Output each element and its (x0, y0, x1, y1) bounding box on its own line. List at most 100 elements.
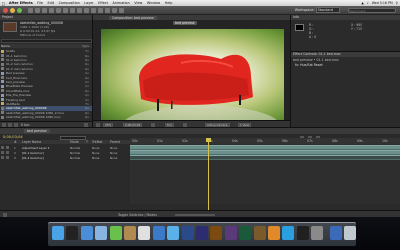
audio-icon[interactable] (6, 156, 9, 159)
menu-composition[interactable]: Composition (59, 1, 80, 5)
layer-trkmat[interactable]: None (92, 151, 99, 155)
snapshot-icon[interactable] (151, 122, 155, 127)
menu-effect[interactable]: Effect (98, 1, 108, 5)
trash-icon[interactable] (344, 226, 356, 240)
terminal-icon[interactable] (296, 226, 309, 240)
hand-tool-icon[interactable] (35, 8, 40, 13)
tab-composition[interactable]: Composition: bed preview (109, 15, 157, 20)
table-row[interactable]: 3 [01-2 bed.mov] Normal None None (0, 155, 130, 160)
tab-timeline[interactable]: bed preview (24, 129, 50, 133)
premiere-icon[interactable] (224, 226, 237, 240)
layer-mode[interactable]: Normal (70, 151, 80, 155)
menu-help[interactable]: Help (165, 1, 173, 5)
layer-parent[interactable]: None (110, 156, 117, 160)
layer-name[interactable]: [01-1 bed.mov] (22, 151, 44, 155)
layer-bar[interactable] (130, 155, 400, 160)
pen-tool-icon[interactable] (77, 8, 82, 13)
layer-name[interactable]: Adjustment Layer 3 (22, 146, 49, 150)
photoshop-icon[interactable] (181, 226, 194, 240)
menu-animation[interactable]: Animation (112, 1, 129, 5)
aftereffects-icon[interactable] (196, 226, 208, 240)
layer-trkmat[interactable]: None (92, 146, 99, 150)
iphoto-icon[interactable] (152, 226, 165, 240)
clone-tool-icon[interactable] (98, 8, 103, 13)
puppet-tool-icon[interactable] (119, 8, 124, 13)
visibility-icon[interactable] (1, 146, 4, 149)
current-time[interactable]: 0;00;03;04 (123, 122, 143, 127)
menu-window[interactable]: Window (147, 1, 160, 5)
roto-brush-tool-icon[interactable] (112, 8, 117, 13)
magnification-select[interactable]: 25% (103, 122, 114, 127)
text-tool-icon[interactable] (84, 8, 89, 13)
timeline-search-input[interactable] (60, 135, 86, 140)
addressbook-icon[interactable] (124, 226, 136, 240)
volume-icon[interactable]: ♪ (367, 1, 369, 5)
list-item[interactable]: sketchfab_walking_00006 1080.mov Qu (1, 115, 92, 119)
menu-file[interactable]: File (37, 1, 43, 5)
active-camera-select[interactable]: Active Camera (205, 122, 230, 127)
visibility-icon[interactable] (1, 151, 4, 154)
project-search-input[interactable] (1, 39, 92, 43)
safari-icon[interactable] (80, 226, 93, 240)
eraser-tool-icon[interactable] (105, 8, 110, 13)
tab-info[interactable]: Info (291, 15, 400, 20)
selection-tool-icon[interactable] (28, 8, 33, 13)
ical-icon[interactable] (138, 226, 151, 240)
itunes-icon[interactable] (167, 226, 180, 240)
brush-tool-icon[interactable] (91, 8, 96, 13)
audio-icon[interactable] (6, 146, 9, 149)
visibility-icon[interactable] (1, 156, 4, 159)
downloads-icon[interactable] (329, 226, 342, 240)
tab-effect-controls[interactable]: Effect Controls: 01-1 bed.mov (291, 52, 400, 57)
close-window-icon[interactable] (3, 8, 8, 13)
mail-icon[interactable] (95, 226, 108, 240)
pan-behind-tool-icon[interactable] (63, 8, 68, 13)
menu-edit[interactable]: Edit (47, 1, 54, 5)
timeline-tracks[interactable] (130, 144, 400, 204)
minimize-window-icon[interactable] (10, 8, 15, 13)
always-preview-icon[interactable] (96, 122, 100, 127)
search-help-input[interactable] (348, 8, 396, 13)
layer-parent[interactable]: None (110, 151, 117, 155)
skype-icon[interactable] (282, 226, 295, 240)
tab-comp-bed-preview[interactable]: bed preview (173, 21, 197, 25)
firefox-icon[interactable] (268, 226, 280, 240)
region-of-interest-icon[interactable] (183, 122, 187, 127)
view-layout-select[interactable]: 1 View (238, 122, 252, 127)
illustrator-icon[interactable] (210, 226, 223, 240)
audio-icon[interactable] (6, 151, 9, 154)
effect-item[interactable]: fx: Hue/Sat Reset (295, 63, 323, 67)
tab-project[interactable]: Project (0, 15, 92, 20)
layer-mode[interactable]: Normal (70, 146, 80, 150)
ichat-icon[interactable] (109, 226, 122, 240)
finder-icon[interactable] (52, 226, 64, 240)
composition-canvas[interactable] (101, 29, 284, 123)
layer-name[interactable]: [01-2 bed.mov] (22, 156, 44, 160)
playhead-handle[interactable] (206, 138, 211, 142)
resolution-select[interactable]: Full (165, 122, 174, 127)
rotate-tool-icon[interactable] (49, 8, 54, 13)
clock[interactable]: Wed 5:16 PM (372, 1, 393, 5)
layer-trkmat[interactable]: None (92, 156, 99, 160)
layer-mode[interactable]: Normal (70, 156, 80, 160)
zoom-slider[interactable] (175, 214, 215, 216)
dashboard-icon[interactable] (66, 226, 79, 240)
wifi-icon[interactable]: ▲ (361, 1, 363, 5)
bridge-icon[interactable] (253, 226, 266, 240)
mask-tool-icon[interactable] (70, 8, 75, 13)
zoom-tool-icon[interactable] (42, 8, 47, 13)
menu-view[interactable]: View (134, 1, 142, 5)
header-layer-name[interactable]: Layer Name (22, 140, 41, 144)
layer-parent[interactable]: None (110, 146, 117, 150)
menu-layer[interactable]: Layer (84, 1, 93, 5)
preferences-icon[interactable] (311, 226, 324, 240)
playhead[interactable] (208, 138, 209, 210)
project-list-header[interactable]: Name Type (1, 44, 92, 49)
soundbooth-icon[interactable] (239, 226, 252, 240)
workspace-select[interactable]: Standard (315, 7, 340, 13)
camera-tool-icon[interactable] (56, 8, 61, 13)
spotlight-icon[interactable]: ⚲ (396, 1, 398, 5)
zoom-window-icon[interactable] (17, 8, 22, 13)
timeline-timecode[interactable]: 0;00;03;04 (3, 135, 23, 139)
menu-app-name[interactable]: After Effects (9, 1, 33, 5)
